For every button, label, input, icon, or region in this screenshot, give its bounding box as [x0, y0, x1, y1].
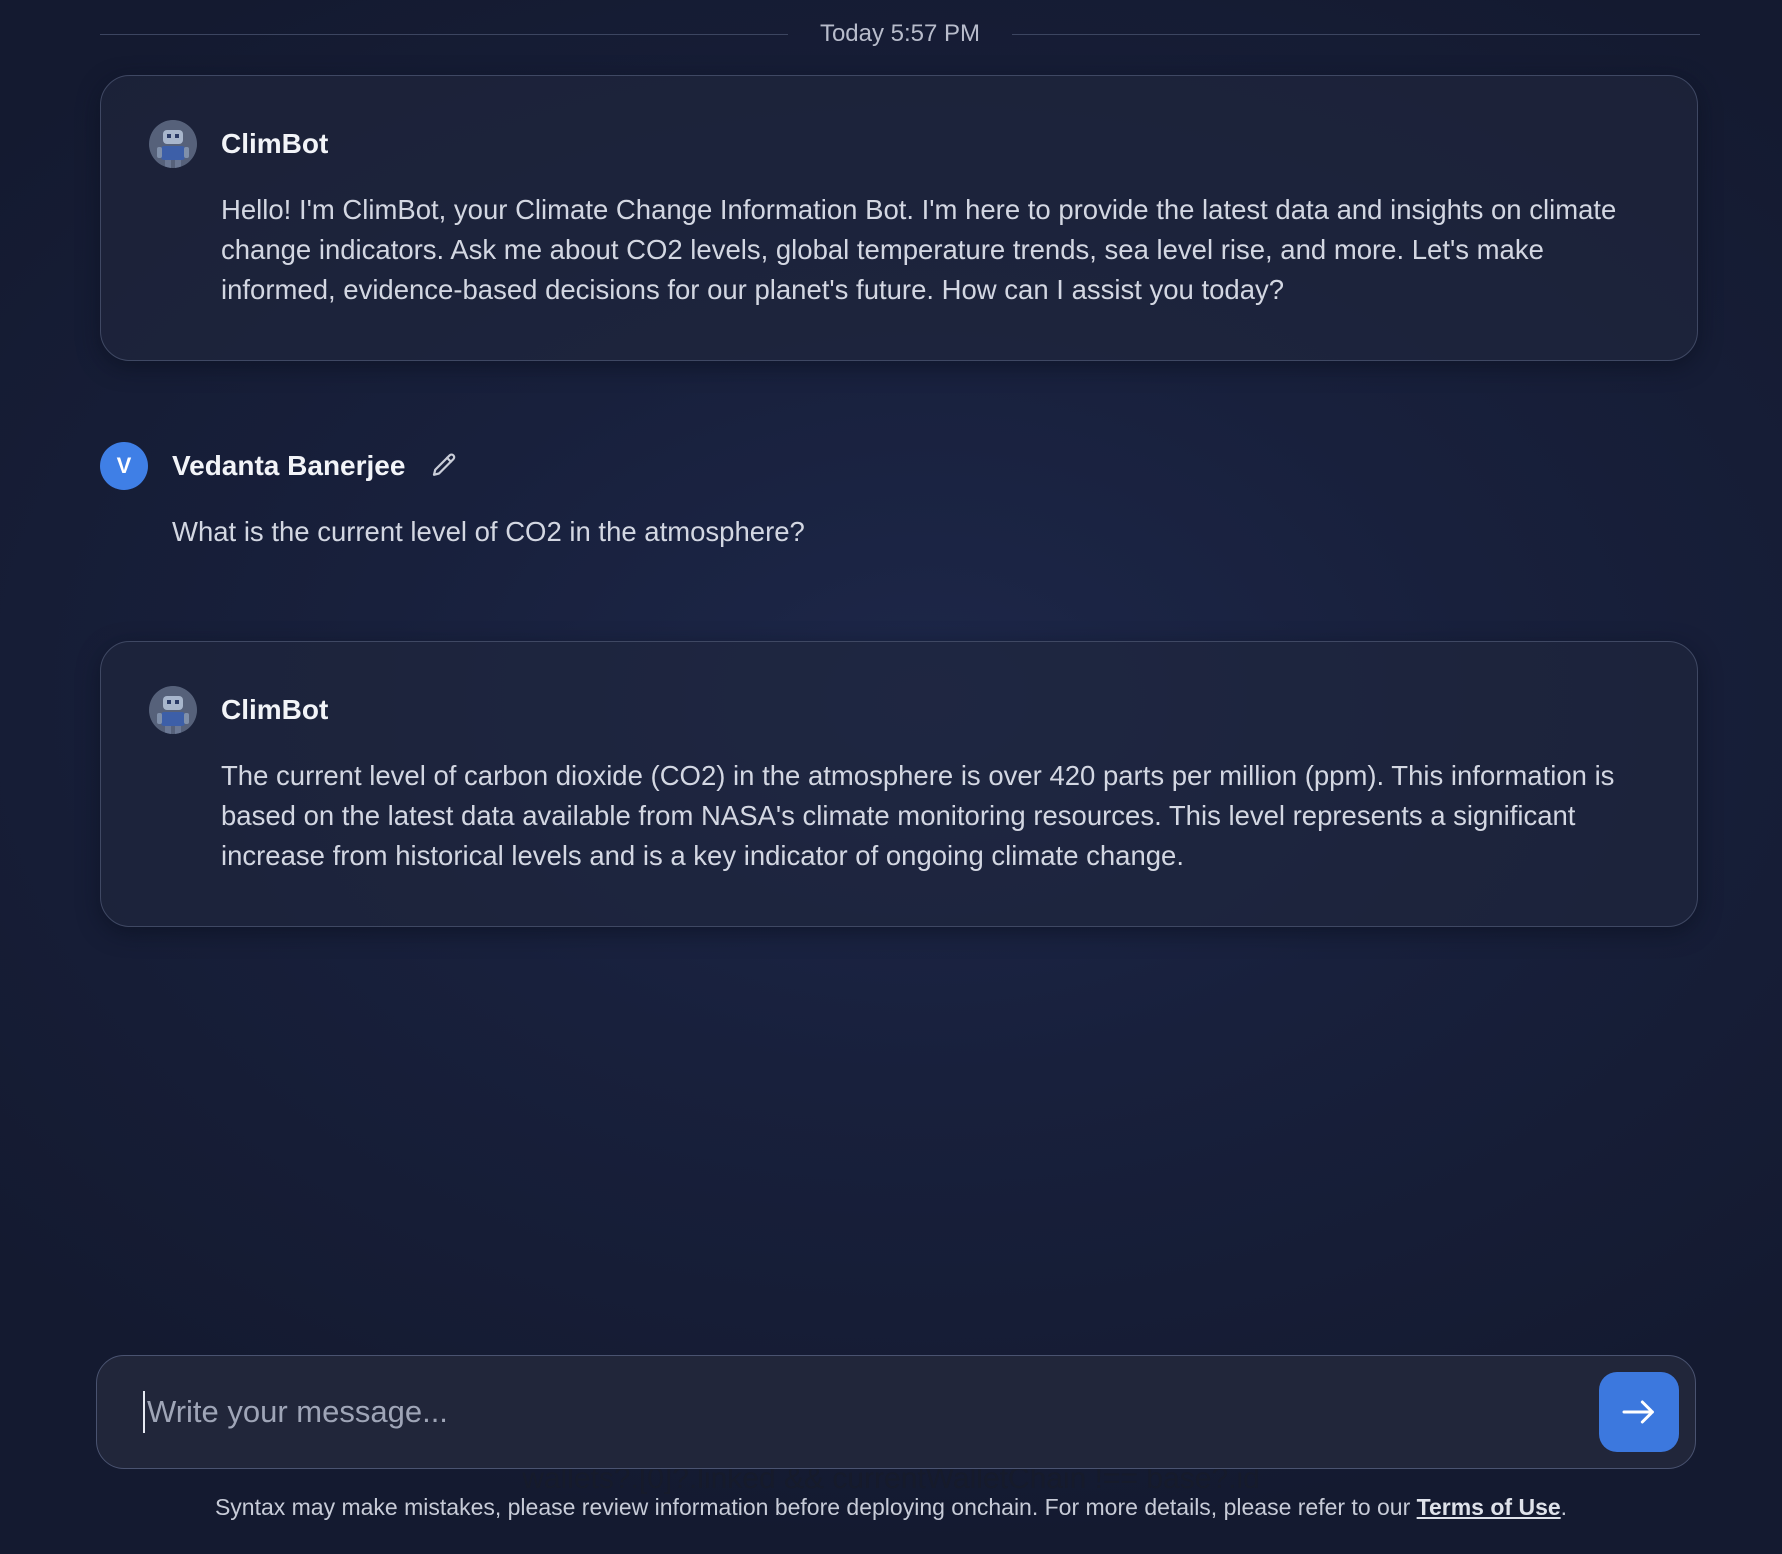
arrow-right-icon: [1622, 1400, 1654, 1424]
message-composer: [96, 1355, 1696, 1469]
timestamp: Today 5:57 PM: [819, 20, 981, 47]
message-text: Hello! I'm ClimBot, your Climate Change …: [221, 194, 1617, 305]
message-header: V Vedanta Banerjee: [100, 442, 1698, 490]
sender-name: ClimBot: [221, 694, 329, 725]
sender-name: Vedanta Banerjee: [172, 450, 406, 481]
disclaimer-text: Syntax may make mistakes, please review …: [214, 1494, 1417, 1520]
avatar: V: [100, 442, 148, 490]
message-header: ClimBot: [149, 120, 1649, 168]
terms-of-use-link[interactable]: Terms of Use: [1417, 1494, 1561, 1520]
timestamp-divider: Today 5:57 PM: [100, 16, 1700, 52]
message-input[interactable]: [143, 1391, 1599, 1433]
disclaimer: Syntax may make mistakes, please review …: [0, 1494, 1782, 1521]
pencil-icon[interactable]: [429, 451, 459, 481]
disclaimer-end: .: [1560, 1494, 1568, 1520]
send-button[interactable]: [1599, 1372, 1679, 1452]
user-message: V Vedanta Banerjee What is the current l…: [100, 442, 1698, 552]
robot-avatar: [149, 686, 197, 734]
bot-message-card: ClimBot Hello! I'm ClimBot, your Climate…: [100, 75, 1698, 361]
message-header: ClimBot: [149, 686, 1649, 734]
robot-avatar: [149, 120, 197, 168]
bot-message-card: ClimBot The current level of carbon diox…: [100, 641, 1698, 927]
divider-line-right: [1012, 33, 1700, 35]
message-text: What is the current level of CO2 in the …: [172, 516, 805, 547]
sender-name: ClimBot: [221, 128, 329, 159]
message-text: The current level of carbon dioxide (CO2…: [221, 760, 1615, 871]
divider-line-left: [100, 33, 788, 35]
